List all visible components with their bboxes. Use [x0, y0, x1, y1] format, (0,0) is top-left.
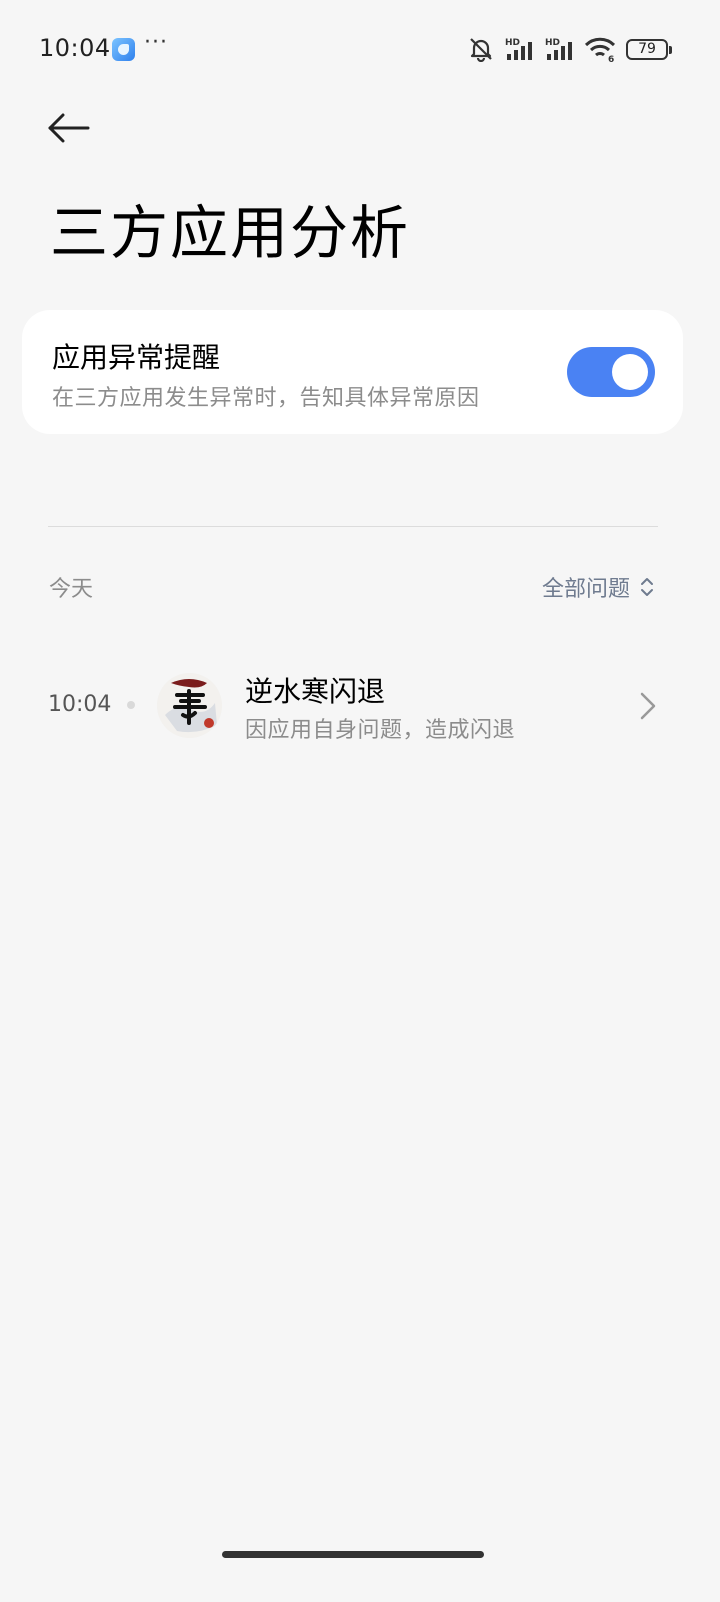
wifi-badge: 6 — [608, 55, 614, 62]
battery-icon: 79 — [626, 38, 672, 60]
nishuihan-app-icon — [157, 673, 222, 738]
page-title: 三方应用分析 — [50, 199, 411, 267]
signal-hd-icon: HD — [545, 38, 572, 60]
more-notifications-indicator: ··· — [144, 30, 168, 55]
filter-label: 全部问题 — [541, 577, 630, 602]
anomaly-alert-setting[interactable]: 应用异常提醒 在三方应用发生异常时，告知具体异常原因 — [22, 310, 683, 434]
home-indicator[interactable] — [222, 1551, 484, 1558]
toggle-knob — [612, 354, 648, 390]
status-time: 10:04 — [39, 34, 111, 62]
status-bar: 10:04 ··· HD HD 6 79 — [0, 0, 720, 100]
anomaly-alert-toggle[interactable] — [567, 347, 655, 397]
arrow-left-icon — [48, 113, 90, 143]
list-item[interactable]: 10:04 逆水寒闪退 因应用自身问题，造成闪退 — [0, 656, 720, 756]
page: 10:04 ··· HD HD 6 79 三方应用分析 应用异常提醒 在三方应用… — [0, 0, 720, 1602]
hd-label: HD — [545, 38, 560, 48]
battery-level: 79 — [638, 41, 656, 57]
issue-filter-dropdown[interactable]: 全部问题 — [542, 571, 654, 603]
browser-app-icon — [112, 38, 135, 61]
timeline-dot — [127, 701, 135, 709]
event-subtitle: 因应用自身问题，造成闪退 — [245, 718, 516, 743]
signal-hd-icon: HD — [505, 38, 532, 60]
sort-updown-icon — [641, 578, 653, 596]
event-title: 逆水寒闪退 — [245, 675, 386, 708]
setting-title: 应用异常提醒 — [52, 341, 221, 374]
muted-bell-icon — [470, 38, 492, 62]
wifi-icon: 6 — [584, 37, 616, 62]
section-label-today: 今天 — [49, 577, 94, 602]
divider — [48, 526, 658, 527]
back-button[interactable] — [46, 104, 102, 152]
status-icons: HD HD 6 79 — [468, 34, 672, 64]
hd-label: HD — [505, 38, 520, 48]
chevron-right-icon — [640, 692, 656, 720]
event-time: 10:04 — [48, 692, 112, 717]
setting-description: 在三方应用发生异常时，告知具体异常原因 — [52, 386, 480, 411]
